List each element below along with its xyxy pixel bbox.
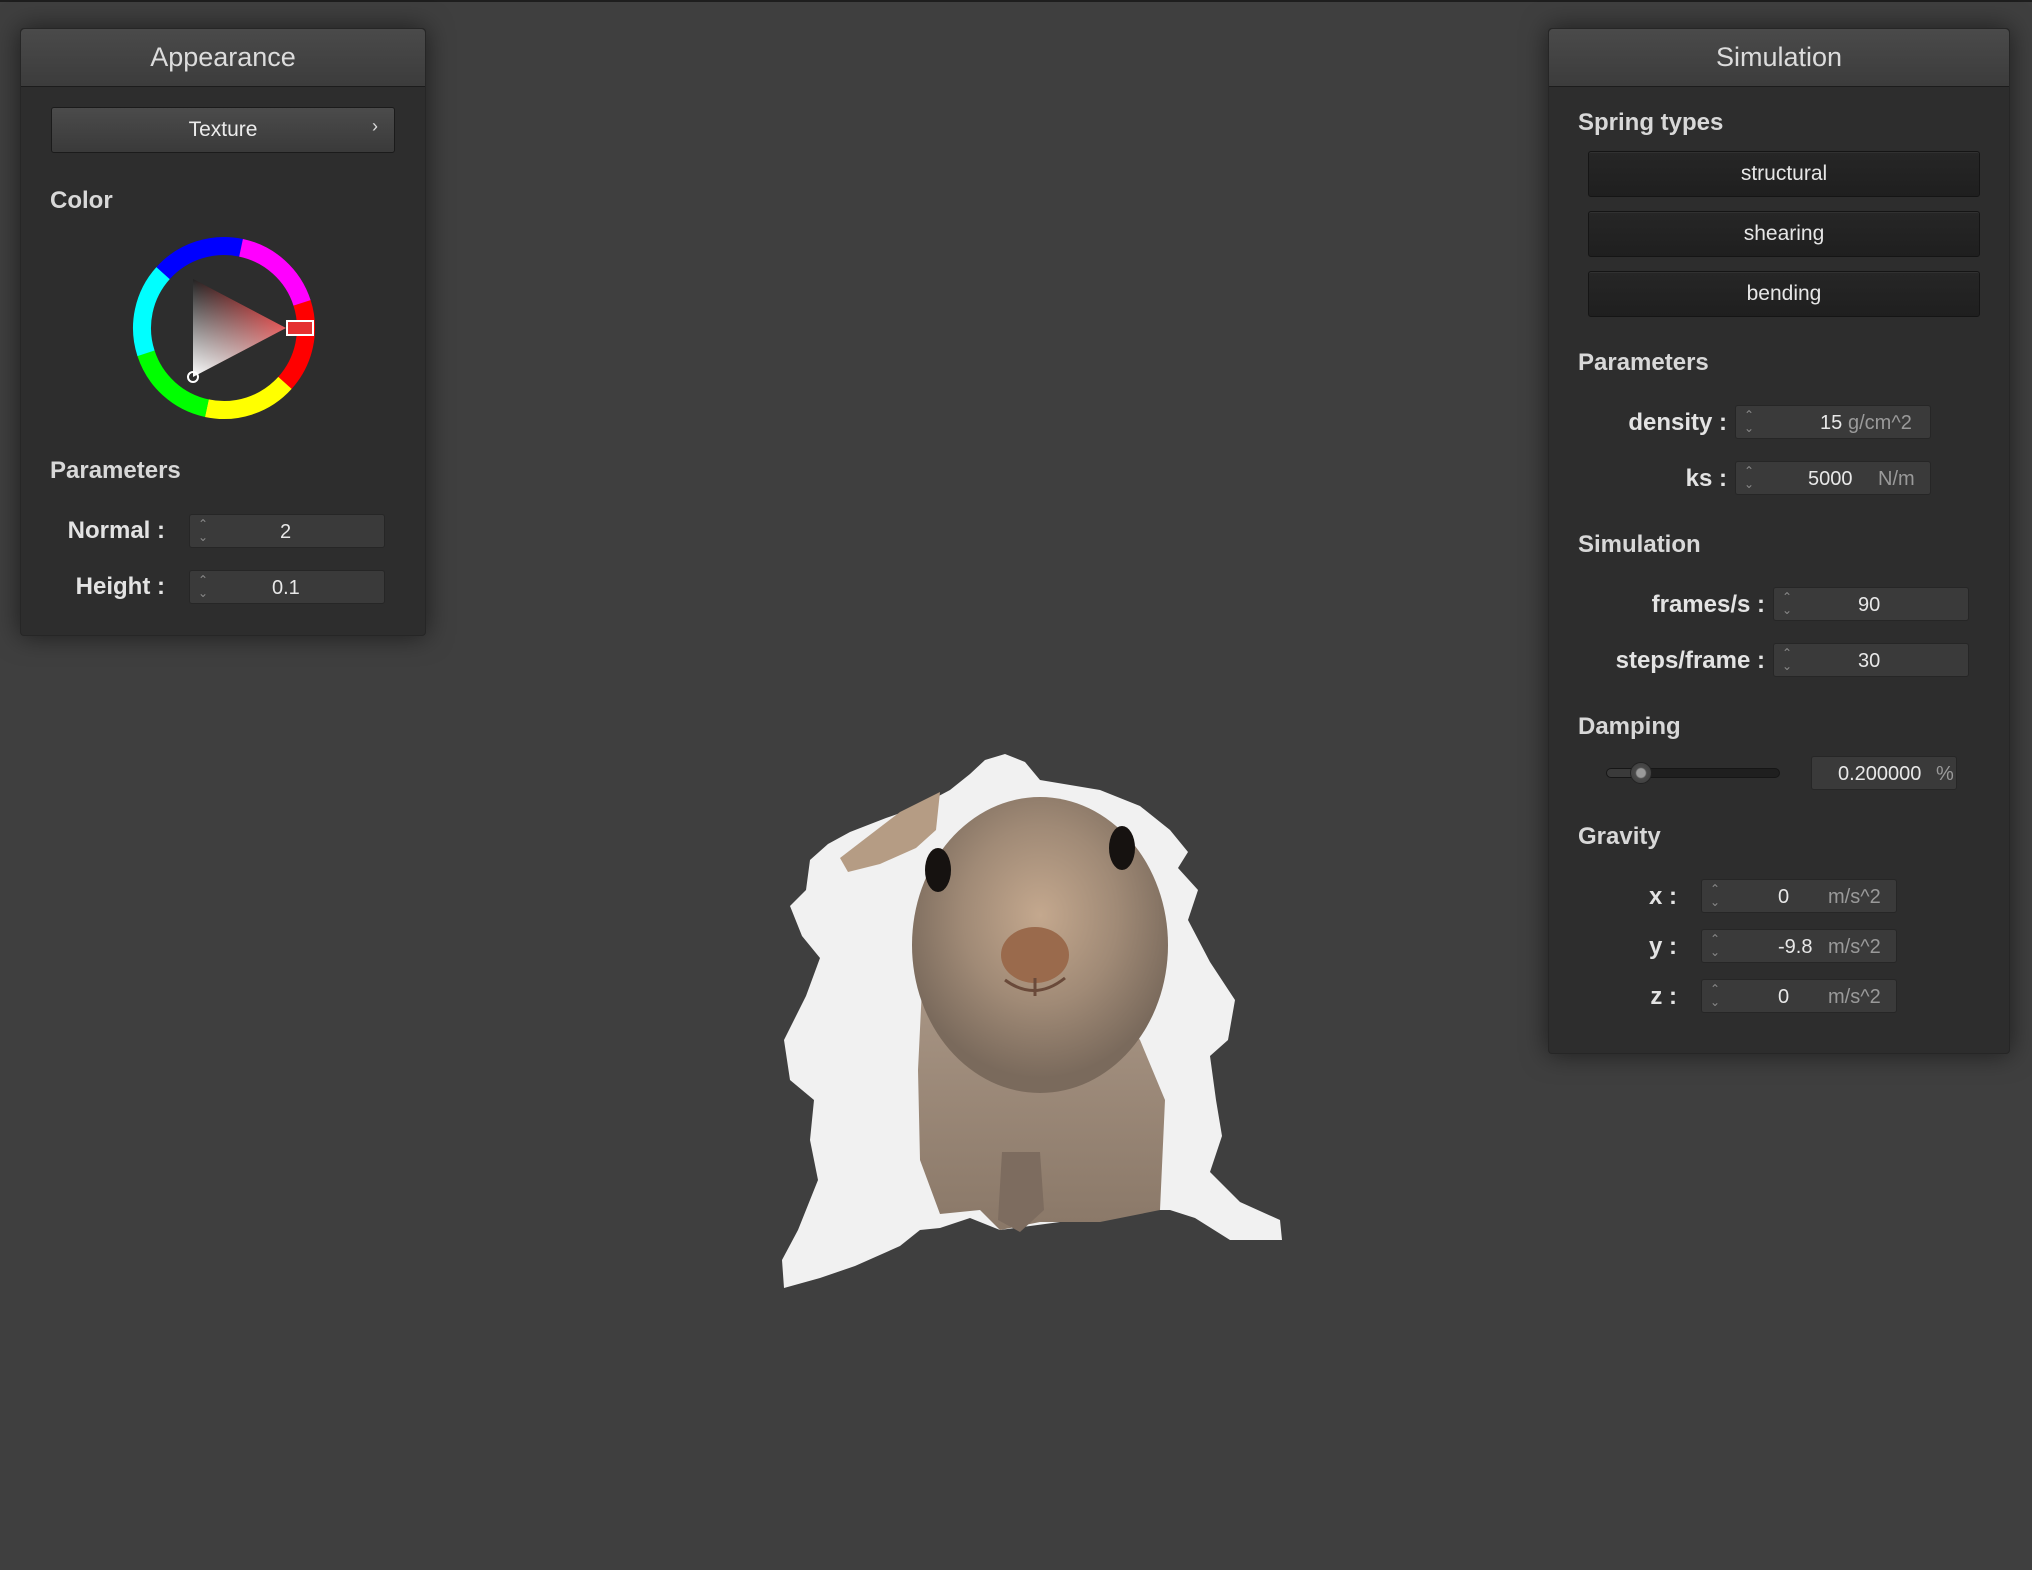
density-unit: g/cm^2	[1848, 412, 1912, 434]
normal-label: Normal :	[67, 517, 165, 544]
height-value: 0.1	[272, 577, 300, 599]
density-spinbox[interactable]: ⌃ ⌄ 15 g/cm^2	[1735, 405, 1931, 439]
damping-slider-track[interactable]	[1606, 762, 1780, 784]
gravity-z-unit: m/s^2	[1828, 986, 1881, 1008]
damping-label: Damping	[1578, 713, 1681, 740]
shearing-button[interactable]: shearing	[1588, 211, 1980, 257]
ks-spinbox[interactable]: ⌃ ⌄ 5000 N/m	[1735, 461, 1931, 495]
simulation-panel-title[interactable]: Simulation	[1549, 29, 2009, 87]
gravity-z-value: 0	[1778, 986, 1790, 1008]
gravity-y-value: -9.8	[1778, 936, 1813, 958]
appearance-parameters-label: Parameters	[50, 457, 181, 484]
texture-button[interactable]: Texture ›	[51, 107, 395, 153]
density-value: 15	[1820, 412, 1843, 434]
texture-button-label: Texture	[188, 118, 258, 141]
gravity-x-label: x :	[1648, 883, 1677, 910]
ks-label: ks :	[1685, 465, 1727, 492]
spring-types-label: Spring types	[1578, 109, 1724, 136]
up-down-arrows-icon[interactable]: ⌃ ⌄	[198, 574, 208, 600]
damping-unit: %	[1936, 763, 1954, 785]
damping-field[interactable]: 0.200000 %	[1811, 756, 1957, 790]
ks-value: 5000	[1808, 468, 1853, 490]
up-down-arrows-icon[interactable]: ⌃ ⌄	[1782, 591, 1792, 617]
gravity-z-spinbox[interactable]: ⌃ ⌄ 0 m/s^2	[1701, 979, 1897, 1013]
damping-value: 0.200000	[1838, 763, 1922, 785]
up-down-arrows-icon[interactable]: ⌃ ⌄	[1710, 883, 1720, 909]
ks-unit: N/m	[1878, 468, 1915, 490]
up-down-arrows-icon[interactable]: ⌃ ⌄	[198, 518, 208, 544]
fps-spinbox[interactable]: ⌃ ⌄ 90	[1773, 587, 1969, 621]
gravity-y-unit: m/s^2	[1828, 936, 1881, 958]
gravity-z-label: z :	[1650, 983, 1677, 1010]
simulation-panel: Simulation Spring types structural shear…	[1548, 28, 2010, 1054]
steps-value: 30	[1858, 650, 1881, 672]
fps-value: 90	[1858, 594, 1881, 616]
rabbit-right-eye	[1109, 826, 1135, 870]
normal-spinbox[interactable]: ⌃ ⌄ 2	[189, 514, 385, 548]
up-down-arrows-icon[interactable]: ⌃ ⌄	[1710, 983, 1720, 1009]
rabbit-left-eye	[925, 848, 951, 892]
gravity-y-label: y :	[1648, 933, 1677, 960]
structural-label: structural	[1740, 162, 1828, 185]
structural-button[interactable]: structural	[1588, 151, 1980, 197]
color-wheel[interactable]	[131, 235, 317, 421]
up-down-arrows-icon[interactable]: ⌃ ⌄	[1744, 409, 1754, 435]
gravity-label: Gravity	[1578, 823, 1661, 850]
appearance-panel: Appearance Texture › Color Parameters No…	[20, 28, 426, 636]
steps-spinbox[interactable]: ⌃ ⌄ 30	[1773, 643, 1969, 677]
shearing-label: shearing	[1743, 222, 1825, 245]
height-spinbox[interactable]: ⌃ ⌄ 0.1	[189, 570, 385, 604]
color-section-label: Color	[50, 187, 113, 214]
density-label: density :	[1628, 409, 1727, 436]
gravity-x-spinbox[interactable]: ⌃ ⌄ 0 m/s^2	[1701, 879, 1897, 913]
up-down-arrows-icon[interactable]: ⌃ ⌄	[1744, 465, 1754, 491]
fps-label: frames/s :	[1651, 591, 1765, 618]
simulation-section-label: Simulation	[1578, 531, 1701, 558]
gravity-x-value: 0	[1778, 886, 1790, 908]
gravity-x-unit: m/s^2	[1828, 886, 1881, 908]
hue-picker-handle[interactable]	[286, 320, 314, 336]
chevron-right-icon: ›	[372, 116, 378, 136]
up-down-arrows-icon[interactable]: ⌃ ⌄	[1782, 647, 1792, 673]
bending-button[interactable]: bending	[1588, 271, 1980, 317]
gravity-y-spinbox[interactable]: ⌃ ⌄ -9.8 m/s^2	[1701, 929, 1897, 963]
appearance-panel-title[interactable]: Appearance	[21, 29, 425, 87]
sim-parameters-label: Parameters	[1578, 349, 1709, 376]
cloth-mesh[interactable]	[740, 740, 1300, 1320]
steps-label: steps/frame :	[1615, 647, 1765, 674]
up-down-arrows-icon[interactable]: ⌃ ⌄	[1710, 933, 1720, 959]
rabbit-nose	[1001, 927, 1069, 983]
height-label: Height :	[75, 573, 165, 600]
damping-slider-handle[interactable]	[1630, 762, 1653, 784]
bending-label: bending	[1746, 282, 1822, 305]
normal-value: 2	[280, 521, 292, 543]
